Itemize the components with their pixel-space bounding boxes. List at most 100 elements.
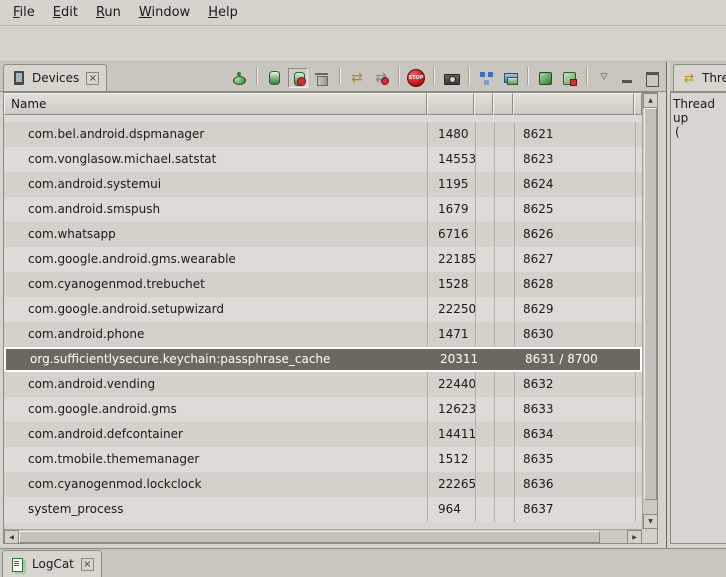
cell-empty: [495, 247, 515, 272]
start-method-profiling-icon[interactable]: [535, 68, 555, 88]
cell-pid: 14411: [428, 422, 476, 447]
close-logcat-tab-icon[interactable]: ×: [81, 558, 94, 571]
cell-filler: [638, 349, 640, 370]
capture-layers-icon[interactable]: [500, 68, 520, 88]
menu-run[interactable]: Run: [87, 2, 130, 23]
cell-empty: [476, 322, 495, 347]
minimize-view-icon[interactable]: [618, 68, 638, 88]
cell-port: 8634: [515, 422, 636, 447]
toolbar-separator: [468, 67, 469, 85]
cell-empty: [476, 172, 495, 197]
cell-port: 8631 / 8700: [517, 349, 638, 370]
cell-process-name: com.android.vending: [4, 372, 428, 397]
cell-port: 8621: [515, 122, 636, 147]
table-row[interactable]: com.vonglasow.michael.satstat145538623: [4, 147, 642, 172]
cell-process-name: com.cyanogenmod.trebuchet: [4, 272, 428, 297]
cell-port: 8628: [515, 272, 636, 297]
menu-file[interactable]: File: [4, 2, 44, 23]
cell-port: 8632: [515, 372, 636, 397]
scroll-right-button[interactable]: ▶: [627, 530, 642, 544]
stop-process-label: STOP: [407, 69, 425, 87]
menu-bar: File Edit Run Window Help: [0, 0, 726, 26]
toolbar-separator: [398, 67, 399, 85]
table-row[interactable]: com.android.defcontainer144118634: [4, 422, 642, 447]
vertical-scroll-thumb[interactable]: [644, 108, 657, 500]
scroll-down-button[interactable]: ▼: [643, 514, 658, 529]
screen-capture-icon[interactable]: [441, 68, 461, 88]
view-menu-icon[interactable]: ▽: [594, 68, 614, 88]
table-row[interactable]: com.android.phone14718630: [4, 322, 642, 347]
cell-empty: [495, 172, 515, 197]
cell-port: 8625: [515, 197, 636, 222]
column-header-name[interactable]: Name: [4, 93, 427, 115]
cell-empty: [495, 122, 515, 147]
heap-dump-icon[interactable]: [559, 68, 579, 88]
column-header-port[interactable]: [513, 93, 634, 115]
table-row[interactable]: com.google.android.gms126238633: [4, 397, 642, 422]
scroll-left-button[interactable]: ◀: [4, 530, 19, 544]
close-devices-tab-icon[interactable]: ×: [86, 72, 99, 85]
scroll-up-button[interactable]: ▲: [643, 93, 658, 108]
table-row[interactable]: com.google.android.gms.wearable221858627: [4, 247, 642, 272]
device-table: Name com.bel.android.dspmanager14808621c…: [3, 92, 658, 544]
tab-devices-label: Devices: [32, 71, 79, 85]
table-row[interactable]: org.sufficientlysecure.keychain:passphra…: [4, 347, 642, 372]
cell-pid: 1679: [428, 197, 476, 222]
column-header-pid[interactable]: [427, 93, 475, 115]
horizontal-scroll-thumb[interactable]: [19, 531, 600, 543]
menu-window[interactable]: Window: [130, 2, 199, 23]
cell-pid: 22250: [428, 297, 476, 322]
device-icon: [11, 69, 27, 87]
cell-pid: 1480: [428, 122, 476, 147]
tab-threads[interactable]: Threa: [673, 64, 726, 91]
cell-port: 8629: [515, 297, 636, 322]
toolbar-separator: [586, 67, 587, 85]
table-row[interactable]: com.bel.android.dspmanager14808621: [4, 122, 642, 147]
horizontal-scrollbar[interactable]: ◀ ▶: [4, 529, 642, 543]
cell-empty: [495, 147, 515, 172]
cell-pid: 22265: [428, 472, 476, 497]
cell-pid: 1512: [428, 447, 476, 472]
cell-pid: 1528: [428, 272, 476, 297]
cell-empty: [495, 222, 515, 247]
update-threads-icon[interactable]: [347, 68, 367, 88]
table-row[interactable]: com.cyanogenmod.trebuchet1528 8628: [4, 272, 642, 297]
table-row[interactable]: com.tmobile.thememanager15128635: [4, 447, 642, 472]
tab-logcat[interactable]: LogCat ×: [2, 550, 102, 577]
table-row[interactable]: com.android.smspush16798625: [4, 197, 642, 222]
cell-empty: [476, 272, 495, 297]
tab-devices[interactable]: Devices ×: [3, 64, 107, 91]
table-row[interactable]: com.google.android.setupwizard222508629: [4, 297, 642, 322]
column-header-empty[interactable]: [474, 93, 493, 115]
threads-view: Threa Thread up (: [670, 62, 726, 548]
cell-empty: [476, 372, 495, 397]
menu-edit[interactable]: Edit: [44, 2, 87, 23]
cell-process-name: org.sufficientlysecure.keychain:passphra…: [6, 349, 430, 370]
table-row[interactable]: system_process9648637: [4, 497, 642, 522]
threads-message-line1: Thread up: [673, 97, 724, 125]
cell-process-name: com.vonglasow.michael.satstat: [4, 147, 428, 172]
threads-tabbar: Threa: [670, 62, 726, 92]
device-table-body: com.bel.android.dspmanager14808621com.vo…: [4, 115, 642, 529]
column-header-empty[interactable]: [493, 93, 513, 115]
toolbar-separator: [339, 67, 340, 85]
debug-process-icon[interactable]: [229, 68, 249, 88]
cause-gc-icon[interactable]: [312, 68, 332, 88]
dump-hprof-icon[interactable]: [288, 68, 308, 88]
table-row[interactable]: com.android.vending224408632: [4, 372, 642, 397]
table-row[interactable]: com.android.systemui11958624: [4, 172, 642, 197]
table-row[interactable]: com.whatsapp67168626: [4, 222, 642, 247]
cell-process-name: com.cyanogenmod.lockclock: [4, 472, 428, 497]
stop-thread-updates-icon[interactable]: [371, 68, 391, 88]
maximize-view-icon[interactable]: [642, 68, 662, 88]
vertical-scrollbar[interactable]: ▲ ▼: [642, 93, 657, 529]
bottom-tabbar: LogCat ×: [0, 548, 726, 577]
menu-help[interactable]: Help: [199, 2, 247, 23]
stop-process-icon[interactable]: STOP: [406, 68, 426, 88]
cell-pid: 22185: [428, 247, 476, 272]
hierarchy-view-icon[interactable]: [476, 68, 496, 88]
update-heap-icon[interactable]: [264, 68, 284, 88]
cell-port: 8630: [515, 322, 636, 347]
device-table-header: Name: [4, 93, 642, 115]
table-row[interactable]: com.cyanogenmod.lockclock222658636: [4, 472, 642, 497]
